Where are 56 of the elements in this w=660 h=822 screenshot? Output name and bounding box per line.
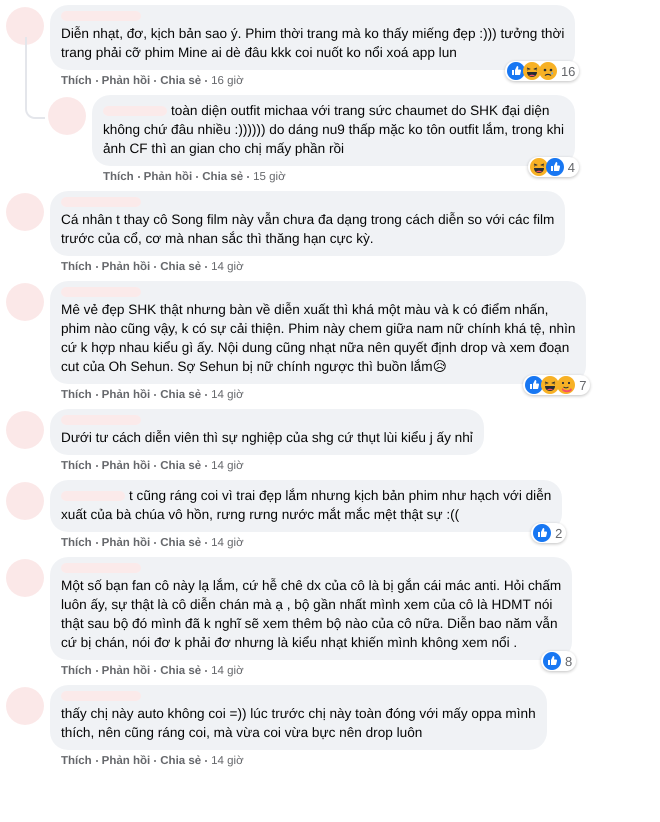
reaction-summary[interactable]: 2 — [531, 523, 566, 543]
comment-action-link[interactable]: Chia sẻ — [160, 459, 202, 473]
comment-time[interactable]: 14 giờ — [211, 754, 244, 768]
comment-time[interactable]: 16 giờ — [211, 74, 244, 88]
hugging-face-icon — [557, 376, 576, 394]
like-icon — [543, 652, 562, 670]
comment-action-link[interactable]: Phản hồi — [102, 536, 150, 550]
comment-action-link[interactable]: Phản hồi — [102, 388, 150, 402]
avatar[interactable] — [6, 7, 44, 45]
comment-time[interactable]: 14 giờ — [211, 536, 244, 550]
comment-action-link[interactable]: Phản hồi — [102, 754, 150, 768]
comment-action-link[interactable]: Chia sẻ — [160, 260, 202, 274]
laughing-face-icon — [541, 376, 560, 394]
comment-action-link[interactable]: Thích — [103, 170, 134, 184]
reaction-summary[interactable]: 16 — [504, 61, 580, 81]
comment-time[interactable]: 15 giờ — [253, 170, 286, 184]
comment-text: Mê vẻ đẹp SHK thật nhưng bàn về diễn xuất thì khá một màu và k có điểm nhấn, phim nào cũng vậy, k có sự cải thiện. Phim này chem giữa nam nữ chính khá tệ, nhìn cứ k hợp nhau kiểu gì ấy. Nội dung cũng nhạt nữa nên quyết định drop và xem đoạn cut của Oh Sehun. Sợ Sehun bị nữ chính ngược thì buồn lắm😥 — [61, 301, 576, 376]
comment-action-link[interactable]: Chia sẻ — [160, 536, 202, 550]
comment-action-link[interactable]: Thích — [61, 664, 92, 678]
comment-action-link[interactable]: Thích — [61, 74, 92, 88]
laughing-face-icon — [522, 62, 541, 80]
comment-text: Một số bạn fan cô này lạ lắm, cứ hễ chê dx của cô là bị gắn cái mác anti. Hỏi chấm luôn ấy, sự thật là cô diễn chán mà ạ , bộ gần nhất mình xem của cô là HDMT nói thật sau bộ đó mình đã k nghĩ sẽ xem thêm bộ nào của cô nữa. Diễn bao năm vẫn cứ bị chán, nói đơ k phải đơ nhưng là kiểu nhạt khiến mình không xem nổi . — [61, 577, 562, 652]
comment-action-link[interactable]: Chia sẻ — [160, 664, 202, 678]
reaction-summary[interactable]: 4 — [528, 157, 579, 177]
comment-time[interactable]: 14 giờ — [211, 260, 244, 274]
comment-time[interactable]: 14 giờ — [211, 388, 244, 402]
like-icon — [506, 62, 525, 80]
comment-action-link[interactable]: Phản hồi — [102, 260, 150, 274]
comment-action-link[interactable]: Phản hồi — [102, 74, 150, 88]
laughing-face-icon — [530, 158, 548, 176]
comment-action-link[interactable]: Thích — [61, 388, 92, 402]
comment-text: thấy chị này auto không coi =)) lúc trước chị này toàn đóng với mấy oppa mình thích, nên cũng ráng coi, mà vừa coi vừa bực nên drop luôn — [61, 705, 536, 742]
comment-action-link[interactable]: Thích — [61, 536, 92, 550]
comment-action-link[interactable]: Thích — [61, 260, 92, 274]
comment-text: Cá nhân t thay cô Song film này vẫn chưa đa dạng trong cách diễn so với các film trước của cổ, cơ mà nhan sắc thì thăng hạn cực kỳ. — [61, 211, 554, 248]
like-icon — [546, 158, 564, 176]
comment-time[interactable]: 14 giờ — [211, 459, 244, 473]
comment-action-link[interactable]: Phản hồi — [144, 170, 192, 184]
comment-text: Diễn nhạt, đơ, kịch bản sao ý. Phim thời trang mà ko thấy miếng đẹp :))) tưởng thời trang phải cỡ phim Mine ai dè đâu kkk coi nuốt ko nổi xoá app lun — [61, 25, 564, 62]
comment-action-link[interactable]: Phản hồi — [102, 459, 150, 473]
reaction-summary[interactable]: 8 — [541, 651, 576, 671]
like-icon — [525, 376, 544, 394]
comment-text: Dưới tư cách diễn viên thì sự nghiệp của shg cứ thụt lùi kiểu j ấy nhỉ — [61, 429, 473, 447]
like-icon — [533, 524, 552, 542]
comment-text: toàn diện outfit michaa với trang sức chaumet do SHK đại diện không chứ đâu nhiều :)))))) do dáng nu9 thấp mặc ko tôn outfit lắm, trong khi ảnh CF thì an gian cho chị mấy phần rồi — [103, 102, 564, 158]
comment-action-link[interactable]: Thích — [61, 459, 92, 473]
comment-time[interactable]: 14 giờ — [211, 664, 244, 678]
comment-action-link[interactable]: Chia sẻ — [160, 74, 202, 88]
comment-text: t cũng ráng coi vì trai đẹp lắm nhưng kịch bản phim như hạch với diễn xuất của bà chúa vô hồn, rưng rưng nước mắt mắc mệt thật sự :(( — [61, 487, 552, 524]
comment-action-link[interactable]: Phản hồi — [102, 664, 150, 678]
sad-face-icon — [538, 62, 557, 80]
comment-action-link[interactable]: Chia sẻ — [160, 388, 202, 402]
comment-action-link[interactable]: Chia sẻ — [160, 754, 202, 768]
comment-action-link[interactable]: Chia sẻ — [202, 170, 244, 184]
comment-action-link[interactable]: Thích — [61, 754, 92, 768]
reaction-summary[interactable]: 7 — [523, 375, 590, 395]
